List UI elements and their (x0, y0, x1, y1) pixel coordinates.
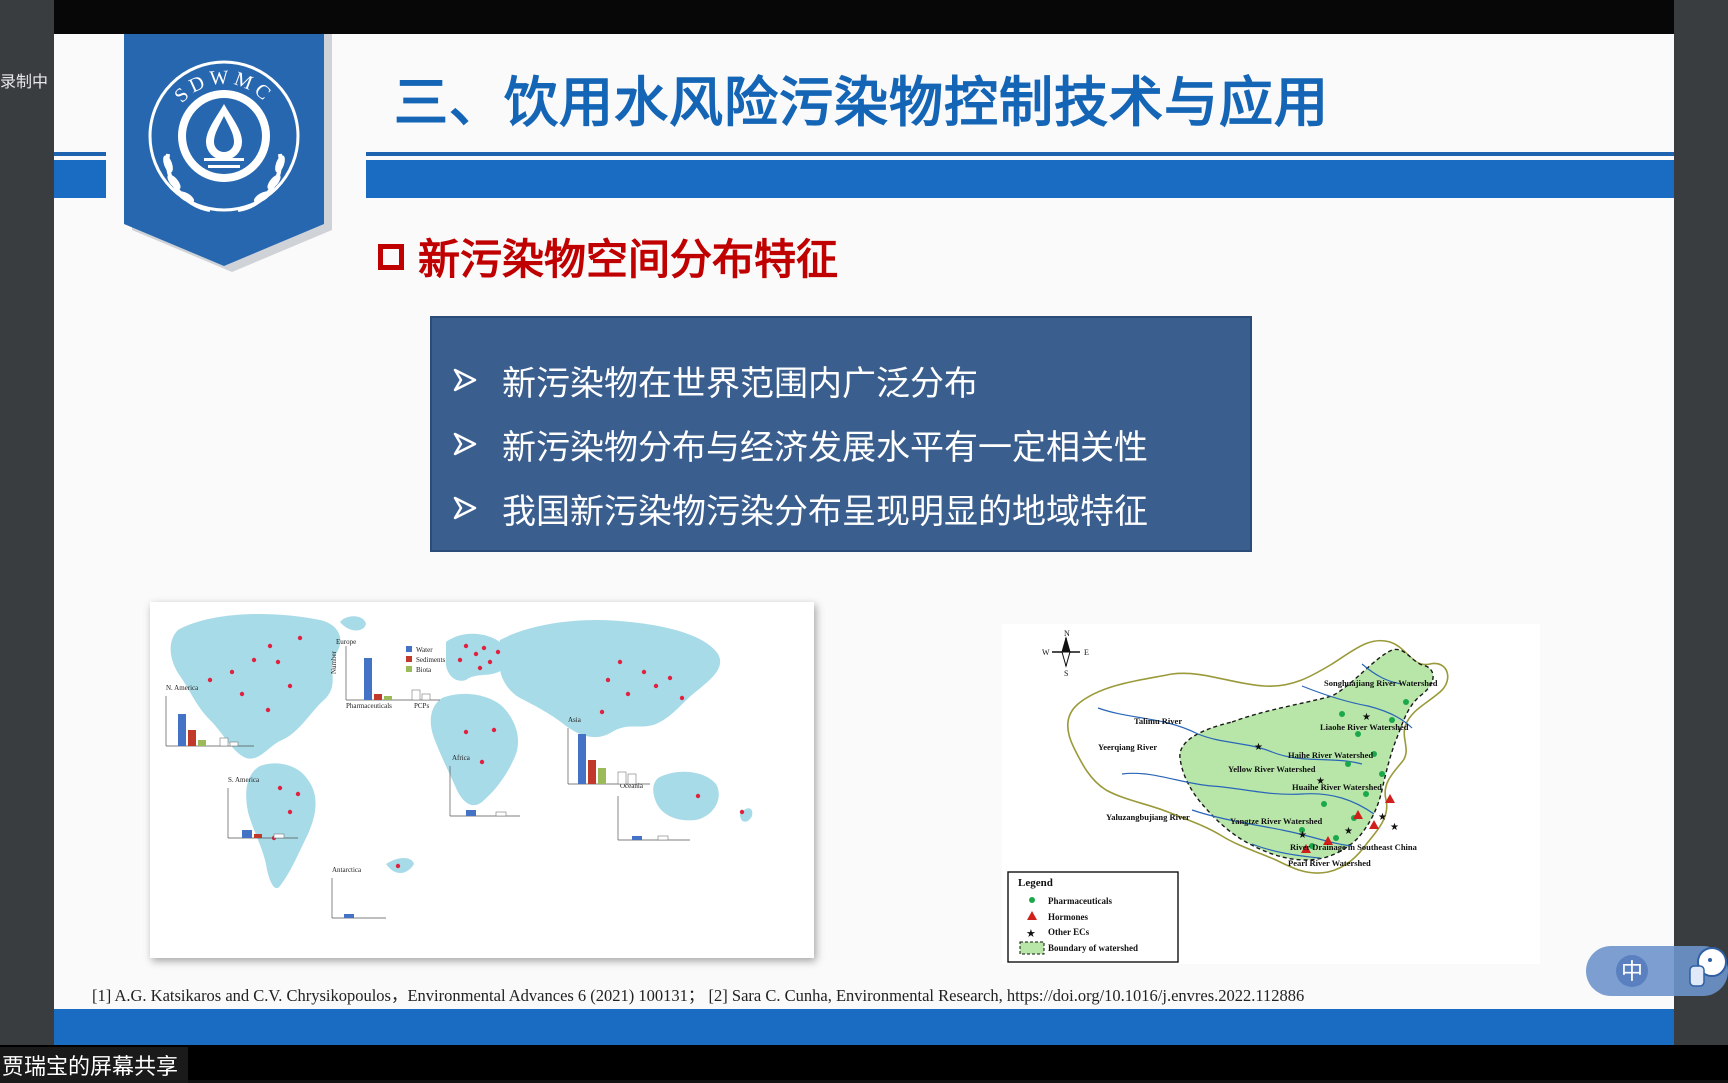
svg-text:★: ★ (1390, 822, 1399, 833)
key-point: 我国新污染物污染分布呈现明显的地域特征 (450, 476, 1250, 540)
svg-text:Pearl River Watershed: Pearl River Watershed (1288, 858, 1371, 868)
svg-text:Yangtze River Watershed: Yangtze River Watershed (1230, 816, 1323, 826)
arrow-bullet-icon (453, 368, 477, 392)
section-title: 新污染物空间分布特征 (378, 226, 838, 287)
arrow-bullet-icon (453, 496, 477, 520)
svg-text:Hormones: Hormones (1048, 912, 1088, 922)
svg-text:Legend: Legend (1018, 877, 1053, 889)
header-band-left (54, 160, 106, 198)
svg-text:Asia: Asia (568, 716, 582, 724)
china-distribution-map: N E S W ★★★★★★★ Songhuajiang River Water… (1002, 624, 1540, 964)
section-title-text: 新污染物空间分布特征 (418, 235, 839, 284)
key-point: 新污染物分布与经济发展水平有一定相关性 (450, 412, 1250, 476)
svg-text:Number: Number (330, 650, 338, 674)
svg-text:River Drainage in Southeast Ch: River Drainage in Southeast China (1290, 842, 1418, 852)
svg-text:N. America: N. America (166, 684, 199, 692)
svg-text:Boundary of watershed: Boundary of watershed (1048, 943, 1138, 953)
svg-text:Water: Water (416, 646, 433, 654)
world-distribution-map: Water Sediments Biota Europe Pharmaceuti… (150, 602, 814, 958)
svg-text:W: W (1042, 648, 1050, 657)
left-side-strip: 录制中 (0, 0, 54, 1080)
key-point-text: 我国新污染物污染分布呈现明显的地域特征 (502, 491, 1148, 532)
svg-text:S: S (1064, 669, 1068, 678)
key-point-text: 新污染物在世界范围内广泛分布 (502, 363, 978, 404)
svg-text:Yaluzangbujiang River: Yaluzangbujiang River (1106, 812, 1190, 822)
key-points-box: 新污染物在世界范围内广泛分布 新污染物分布与经济发展水平有一定相关性 我国新污染… (430, 316, 1252, 552)
svg-text:E: E (1084, 648, 1089, 657)
header-band-thin-left (54, 152, 106, 156)
arrow-bullet-icon (453, 432, 477, 456)
svg-text:Haihe River Watershed: Haihe River Watershed (1288, 750, 1373, 760)
svg-text:Yeerqiang River: Yeerqiang River (1098, 742, 1157, 752)
svg-text:Sediments: Sediments (416, 656, 445, 664)
square-bullet-icon (378, 243, 404, 270)
citation-text: [1] A.G. Katsikaros and C.V. Chrysikopou… (92, 986, 1305, 1005)
svg-text:N: N (1064, 629, 1070, 638)
slide-title: 三、饮用水风险污染物控制技术与应用 (394, 71, 1329, 134)
svg-text:★: ★ (1298, 830, 1307, 841)
recording-status: 录制中 (0, 72, 49, 91)
svg-text:Liaohe River Watershed: Liaohe River Watershed (1320, 722, 1409, 732)
svg-text:★: ★ (1026, 928, 1036, 940)
svg-text:Antarctica: Antarctica (332, 866, 362, 874)
footer-band (54, 1009, 1674, 1045)
svg-text:★: ★ (1378, 812, 1387, 823)
ime-floating-widget[interactable]: 中 (1586, 940, 1728, 1000)
svg-text:Pharmaceuticals: Pharmaceuticals (346, 702, 392, 710)
svg-text:Yellow River Watershed: Yellow River Watershed (1228, 764, 1316, 774)
svg-text:Europe: Europe (336, 638, 356, 646)
svg-text:★: ★ (1254, 742, 1263, 753)
header-band-thin (366, 152, 1674, 156)
svg-text:Songhuajiang River Watershed: Songhuajiang River Watershed (1324, 678, 1438, 688)
ime-label: 中 (1621, 960, 1643, 985)
china-map-legend: Legend Pharmaceuticals Hormones ★ Other … (1007, 871, 1179, 963)
key-point: 新污染物在世界范围内广泛分布 (450, 348, 1250, 412)
svg-text:Pharmaceuticals: Pharmaceuticals (1048, 896, 1112, 906)
svg-text:★: ★ (1344, 826, 1353, 837)
svg-text:Africa: Africa (452, 754, 471, 762)
svg-text:Huaihe River Watershed: Huaihe River Watershed (1292, 782, 1382, 792)
key-point-text: 新污染物分布与经济发展水平有一定相关性 (502, 427, 1148, 468)
screen-share-bottom-bar (0, 1045, 1728, 1080)
svg-text:S. America: S. America (228, 776, 260, 784)
svg-text:Other ECs: Other ECs (1048, 927, 1090, 937)
right-side-strip (1674, 0, 1728, 1080)
svg-text:Biota: Biota (416, 666, 432, 674)
presentation-slide: SDWMC 三、饮用水风险污染物控制技术与应用 新污染物空间分布特征 新污染物在… (54, 34, 1674, 1045)
screen-share-top-bar (0, 0, 1728, 34)
screen-share-label: 贾瑞宝的屏幕共享 (0, 1047, 189, 1083)
header-band (366, 160, 1674, 198)
svg-text:Talimu River: Talimu River (1134, 716, 1182, 726)
sdwmc-logo-badge: SDWMC (124, 34, 332, 272)
svg-text:PCPs: PCPs (414, 702, 429, 710)
